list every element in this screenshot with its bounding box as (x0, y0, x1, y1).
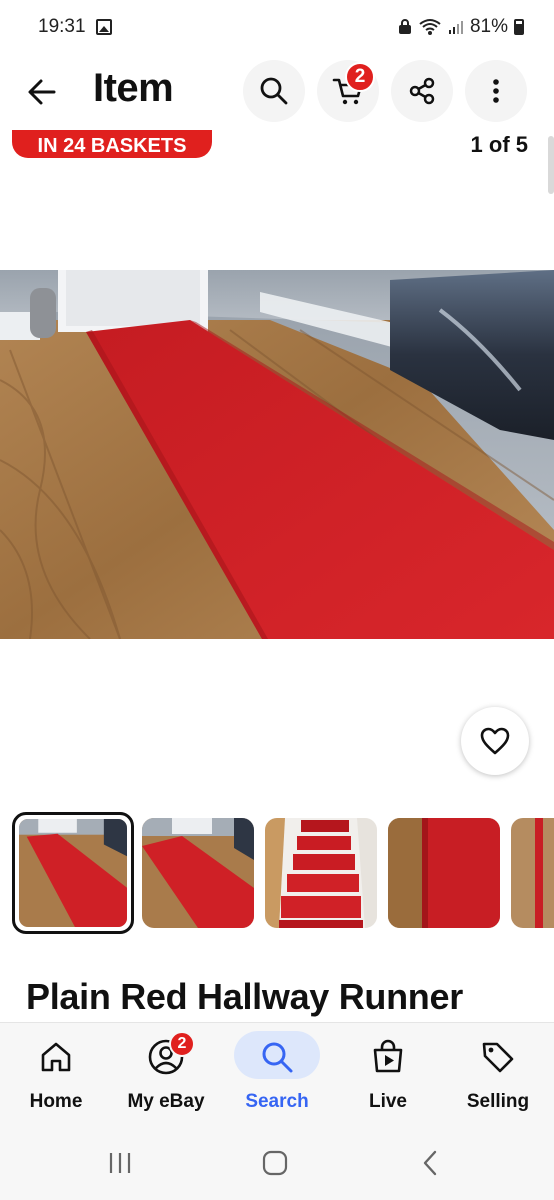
page-title: Item (93, 66, 174, 110)
battery-level: 81% (469, 16, 508, 37)
watch-button[interactable] (461, 707, 529, 775)
nav-home[interactable]: Home (1, 1023, 111, 1127)
cart-button[interactable]: 2 (317, 60, 379, 122)
nav-live[interactable]: Live (333, 1023, 443, 1127)
nav-selling-label: Selling (466, 1091, 530, 1112)
image-gallery[interactable]: IN 24 BASKETS 1 of 5 (0, 130, 554, 800)
bottom-nav: Home 2 My eBay Search Live Selling (0, 1022, 554, 1126)
scrollbar[interactable] (548, 136, 554, 194)
share-icon (409, 77, 435, 105)
my-ebay-badge: 2 (169, 1031, 195, 1057)
gallery-notification-icon (96, 19, 112, 35)
thumbnail-image (265, 818, 377, 928)
home-icon (32, 1037, 80, 1077)
thumbnail-1[interactable] (12, 812, 134, 934)
more-vertical-icon (493, 79, 499, 103)
home-system-button[interactable] (255, 1148, 295, 1178)
more-options-button[interactable] (465, 60, 527, 122)
cart-count-badge: 2 (345, 62, 375, 92)
back-arrow-icon (28, 79, 56, 105)
thumbnail-image (511, 818, 554, 928)
system-nav-bar (0, 1126, 554, 1200)
thumbnail-3[interactable] (265, 818, 377, 928)
back-system-icon (423, 1150, 437, 1176)
thumbnail-strip (0, 812, 554, 934)
nav-my-ebay[interactable]: 2 My eBay (111, 1023, 221, 1127)
basket-count-badge: IN 24 BASKETS (12, 130, 212, 158)
wifi-icon (419, 19, 441, 35)
live-bag-icon (364, 1037, 412, 1077)
recent-apps-icon (109, 1153, 131, 1173)
thumbnail-5[interactable] (511, 818, 554, 928)
back-system-button[interactable] (410, 1148, 450, 1178)
nav-live-label: Live (368, 1091, 408, 1112)
nav-my-ebay-label: My eBay (127, 1091, 205, 1112)
product-title: Plain Red Hallway Runner (26, 976, 463, 1017)
heart-icon (480, 727, 510, 755)
recent-apps-button[interactable] (100, 1148, 140, 1178)
signal-icon (448, 21, 463, 34)
back-button[interactable] (22, 72, 62, 112)
share-button[interactable] (391, 60, 453, 122)
nav-selling[interactable]: Selling (443, 1023, 553, 1127)
thumbnail-image (19, 819, 127, 927)
nav-search[interactable]: Search (222, 1023, 332, 1127)
thumbnail-image (388, 818, 500, 928)
tag-icon (474, 1037, 522, 1077)
status-time: 19:31 (38, 16, 86, 37)
product-main-image[interactable] (0, 270, 554, 639)
image-counter: 1 of 5 (470, 132, 528, 157)
battery-icon (514, 19, 524, 35)
app-header: Item 2 (0, 54, 554, 130)
search-button[interactable] (243, 60, 305, 122)
vpn-lock-icon (398, 19, 411, 34)
nav-home-label: Home (29, 1091, 83, 1112)
status-bar: 19:31 81% (0, 0, 554, 54)
home-system-icon (262, 1150, 288, 1176)
nav-search-label: Search (245, 1091, 309, 1112)
search-icon (253, 1037, 301, 1077)
thumbnail-2[interactable] (142, 818, 254, 928)
status-icons: 81% (398, 16, 524, 38)
search-icon (260, 77, 288, 105)
thumbnail-4[interactable] (388, 818, 500, 928)
thumbnail-image (142, 818, 254, 928)
